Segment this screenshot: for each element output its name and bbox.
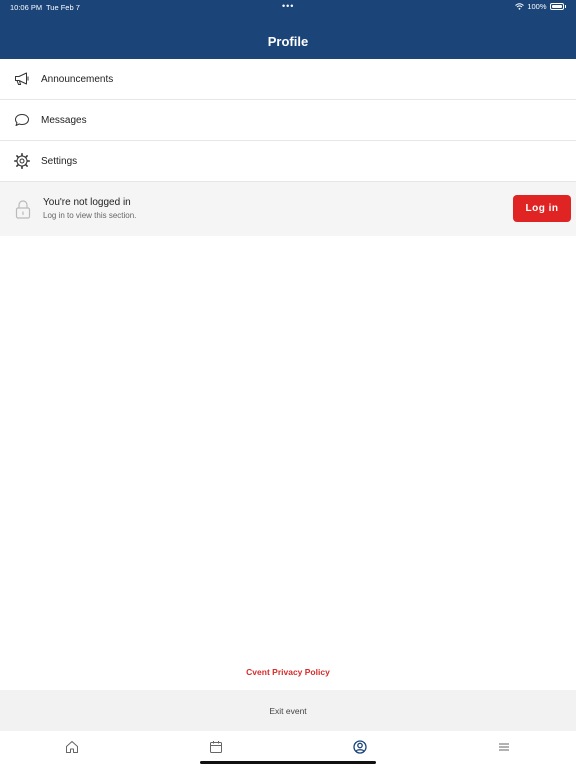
status-date: Tue Feb 7 <box>46 3 80 12</box>
calendar-icon <box>210 741 222 753</box>
login-subtitle: Log in to view this section. <box>43 211 137 220</box>
lock-icon <box>15 200 31 219</box>
profile-icon <box>353 740 367 754</box>
app-header: 10:06 PM Tue Feb 7 ••• 100% Profile <box>0 0 576 59</box>
page-title: Profile <box>267 34 309 49</box>
wifi-icon <box>515 3 525 10</box>
battery-percent: 100% <box>527 2 547 11</box>
battery-icon <box>549 3 564 10</box>
status-indicators: 100% <box>515 2 566 11</box>
home-icon <box>66 741 78 753</box>
menu-item-settings[interactable]: Settings <box>0 141 576 182</box>
menu-icon <box>499 743 509 751</box>
login-title: You're not logged in <box>43 197 131 208</box>
exit-event-label: Exit event <box>269 705 307 716</box>
status-bar: 10:06 PM Tue Feb 7 ••• 100% <box>0 0 576 14</box>
battery-tip <box>564 5 566 8</box>
home-indicator[interactable] <box>200 761 376 764</box>
exit-event-button[interactable]: Exit event <box>0 690 576 731</box>
tab-home[interactable] <box>64 739 80 755</box>
tab-more[interactable] <box>496 739 512 755</box>
menu-item-label: Settings <box>41 155 78 167</box>
menu-item-label: Announcements <box>41 73 114 85</box>
chat-bubble-icon <box>14 112 30 128</box>
menu-item-label: Messages <box>41 114 87 126</box>
menu-item-messages[interactable]: Messages <box>0 100 576 141</box>
tab-agenda[interactable] <box>208 739 224 755</box>
profile-menu: Announcements Messages Settings <box>0 59 576 182</box>
tab-profile[interactable] <box>352 739 368 755</box>
gear-icon <box>14 153 30 169</box>
login-button[interactable]: Log in <box>513 195 571 222</box>
menu-item-announcements[interactable]: Announcements <box>0 59 576 100</box>
multitasking-dots[interactable]: ••• <box>282 1 294 11</box>
status-time: 10:06 PM <box>10 3 43 12</box>
megaphone-icon <box>14 71 30 87</box>
login-prompt <box>0 182 576 236</box>
privacy-policy-link[interactable]: Cvent Privacy Policy <box>0 667 576 677</box>
